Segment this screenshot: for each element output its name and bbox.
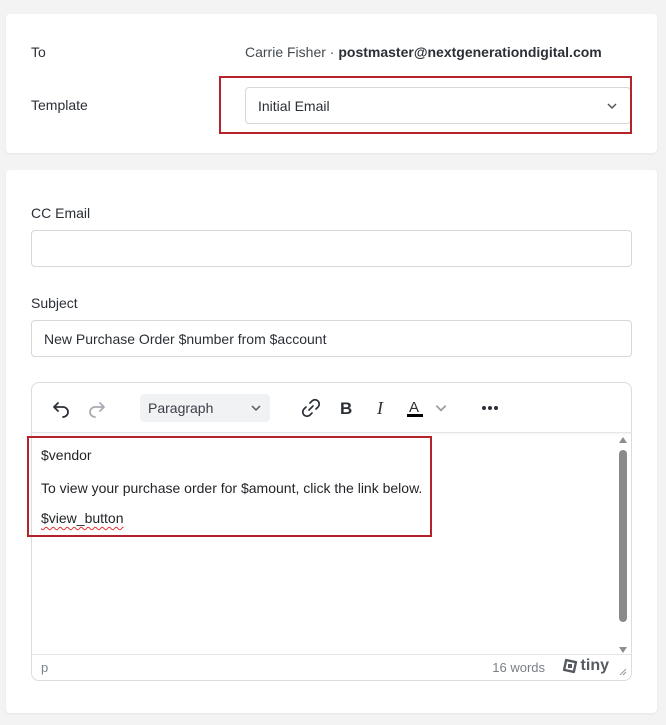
element-path[interactable]: p bbox=[41, 660, 48, 675]
text-color-icon[interactable]: A bbox=[404, 397, 426, 419]
word-count[interactable]: 16 words bbox=[492, 660, 545, 675]
to-email: postmaster@nextgenerationdigital.com bbox=[338, 44, 602, 60]
editor-toolbar: Paragraph B I A bbox=[32, 383, 631, 433]
compose-card: CC Email Subject Paragraph B bbox=[6, 170, 657, 713]
bold-icon[interactable]: B bbox=[335, 397, 357, 419]
chevron-down-icon bbox=[251, 405, 261, 412]
recipient-card: To Carrie Fisher · postmaster@nextgenera… bbox=[6, 14, 657, 153]
scroll-down-icon[interactable] bbox=[619, 647, 627, 653]
tiny-logo-icon bbox=[562, 658, 577, 674]
editor-statusbar: p 16 words tiny bbox=[32, 654, 631, 680]
to-label: To bbox=[31, 44, 46, 60]
cc-email-input[interactable] bbox=[31, 230, 632, 267]
to-value: Carrie Fisher · postmaster@nextgeneratio… bbox=[245, 44, 602, 60]
link-icon[interactable] bbox=[300, 397, 322, 419]
redo-icon[interactable] bbox=[86, 397, 108, 419]
block-format-value: Paragraph bbox=[148, 400, 214, 416]
italic-icon[interactable]: I bbox=[370, 397, 392, 419]
scroll-thumb[interactable] bbox=[619, 450, 627, 622]
subject-label: Subject bbox=[31, 295, 78, 311]
to-name: Carrie Fisher · bbox=[245, 44, 339, 60]
tiny-logo[interactable]: tiny bbox=[562, 657, 609, 675]
resize-handle-icon[interactable] bbox=[617, 666, 627, 676]
scroll-up-icon[interactable] bbox=[619, 437, 627, 443]
subject-input[interactable] bbox=[31, 320, 632, 357]
template-label: Template bbox=[31, 97, 88, 113]
svg-text:B: B bbox=[340, 399, 352, 418]
more-icon[interactable] bbox=[479, 397, 501, 419]
content-highlight-box bbox=[27, 436, 432, 537]
svg-text:I: I bbox=[376, 398, 384, 418]
editor-scrollbar[interactable] bbox=[615, 434, 631, 656]
block-format-select[interactable]: Paragraph bbox=[140, 394, 270, 422]
undo-icon[interactable] bbox=[50, 397, 72, 419]
svg-text:A: A bbox=[409, 399, 419, 416]
tiny-logo-text: tiny bbox=[580, 657, 609, 674]
cc-email-label: CC Email bbox=[31, 205, 91, 221]
template-highlight-box bbox=[219, 76, 632, 134]
text-color-chevron-icon[interactable] bbox=[430, 397, 452, 419]
